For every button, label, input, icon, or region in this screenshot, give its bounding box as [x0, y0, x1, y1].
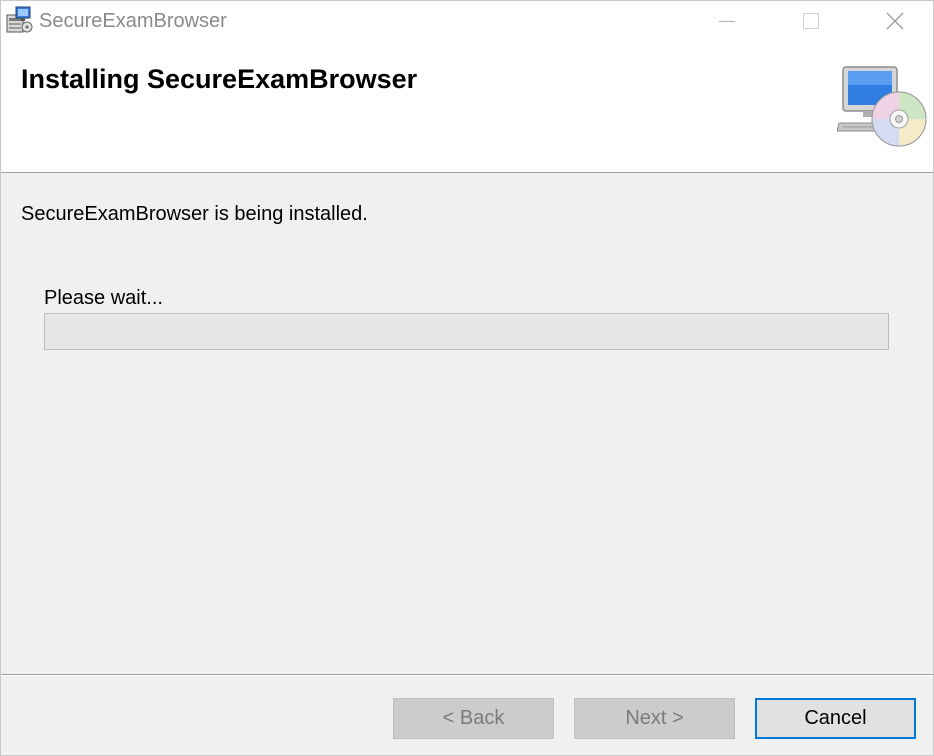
cancel-button[interactable]: Cancel	[755, 698, 916, 739]
install-progress-bar	[44, 313, 889, 350]
minimize-button	[685, 1, 769, 41]
installer-app-icon	[4, 5, 34, 35]
maximize-icon	[803, 13, 819, 29]
title-bar[interactable]: SecureExamBrowser	[1, 1, 933, 41]
computer-disc-icon	[836, 65, 927, 149]
minimize-icon	[719, 20, 735, 23]
header-banner: Installing SecureExamBrowser	[1, 41, 933, 173]
back-button: < Back	[393, 698, 554, 739]
install-status-text: SecureExamBrowser is being installed.	[21, 203, 368, 225]
please-wait-label: Please wait...	[44, 287, 163, 309]
close-button[interactable]	[853, 1, 933, 41]
close-icon	[886, 12, 904, 30]
next-button: Next >	[574, 698, 735, 739]
installer-window: SecureExamBrowser Installing SecureExamB…	[0, 0, 934, 756]
maximize-button	[769, 1, 853, 41]
window-title: SecureExamBrowser	[39, 10, 227, 32]
banner-title: Installing SecureExamBrowser	[21, 64, 418, 94]
footer-divider	[1, 674, 933, 676]
